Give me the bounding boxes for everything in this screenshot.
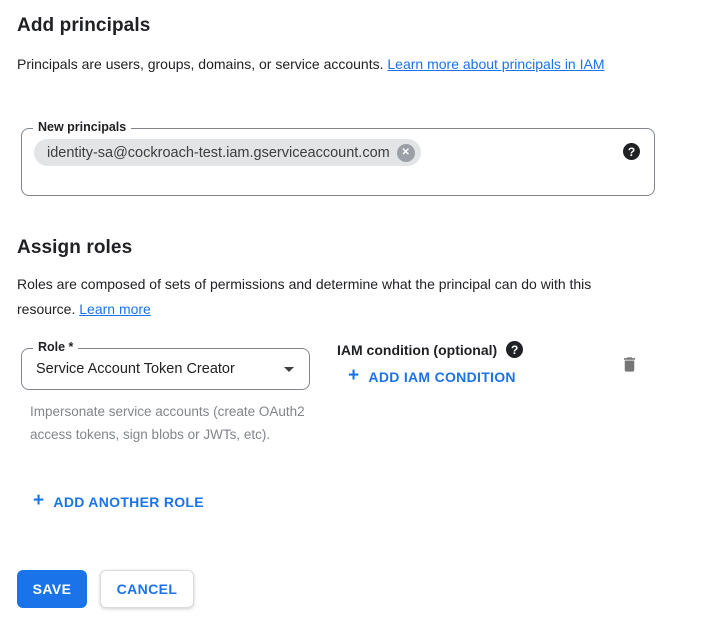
role-selected-value: Service Account Token Creator: [36, 361, 235, 377]
principals-description: Principals are users, groups, domains, o…: [17, 52, 667, 77]
chip-remove-icon[interactable]: ✕: [397, 144, 415, 162]
iam-condition-help-icon[interactable]: ?: [506, 341, 523, 358]
trash-icon: [620, 363, 639, 378]
dropdown-arrow-icon: [284, 367, 294, 372]
new-principals-label: New principals: [33, 120, 131, 134]
add-iam-condition-label: ADD IAM CONDITION: [368, 369, 515, 385]
plus-icon: +: [33, 491, 44, 510]
role-label: Role *: [33, 340, 78, 354]
add-another-role-label: ADD ANOTHER ROLE: [53, 494, 204, 510]
principals-description-text: Principals are users, groups, domains, o…: [17, 56, 384, 72]
add-iam-condition-button[interactable]: + ADD IAM CONDITION: [348, 368, 516, 385]
save-button[interactable]: SAVE: [17, 570, 87, 608]
help-icon[interactable]: ?: [623, 143, 640, 160]
principal-chip-text: identity-sa@cockroach-test.iam.gservicea…: [47, 145, 390, 161]
roles-description: Roles are composed of sets of permission…: [17, 272, 625, 322]
new-principals-field[interactable]: New principals identity-sa@cockroach-tes…: [21, 128, 655, 196]
delete-role-button[interactable]: [615, 349, 644, 380]
iam-condition-label-row: IAM condition (optional) ?: [337, 341, 523, 358]
iam-condition-section: IAM condition (optional) ? + ADD IAM CON…: [337, 341, 523, 386]
learn-more-roles-link[interactable]: Learn more: [79, 301, 151, 317]
add-another-role-button[interactable]: + ADD ANOTHER ROLE: [33, 493, 204, 510]
principal-chip: identity-sa@cockroach-test.iam.gservicea…: [34, 139, 421, 166]
learn-more-principals-link[interactable]: Learn more about principals in IAM: [387, 56, 604, 72]
plus-icon: +: [348, 366, 359, 385]
page-title: Add principals: [17, 15, 150, 37]
iam-condition-label: IAM condition (optional): [337, 342, 497, 358]
add-principals-panel: Add principals Principals are users, gro…: [0, 0, 713, 629]
role-helper-text: Impersonate service accounts (create OAu…: [30, 400, 318, 446]
assign-roles-title: Assign roles: [17, 237, 132, 259]
role-select[interactable]: Role * Service Account Token Creator: [21, 348, 310, 390]
cancel-button[interactable]: CANCEL: [100, 570, 194, 608]
